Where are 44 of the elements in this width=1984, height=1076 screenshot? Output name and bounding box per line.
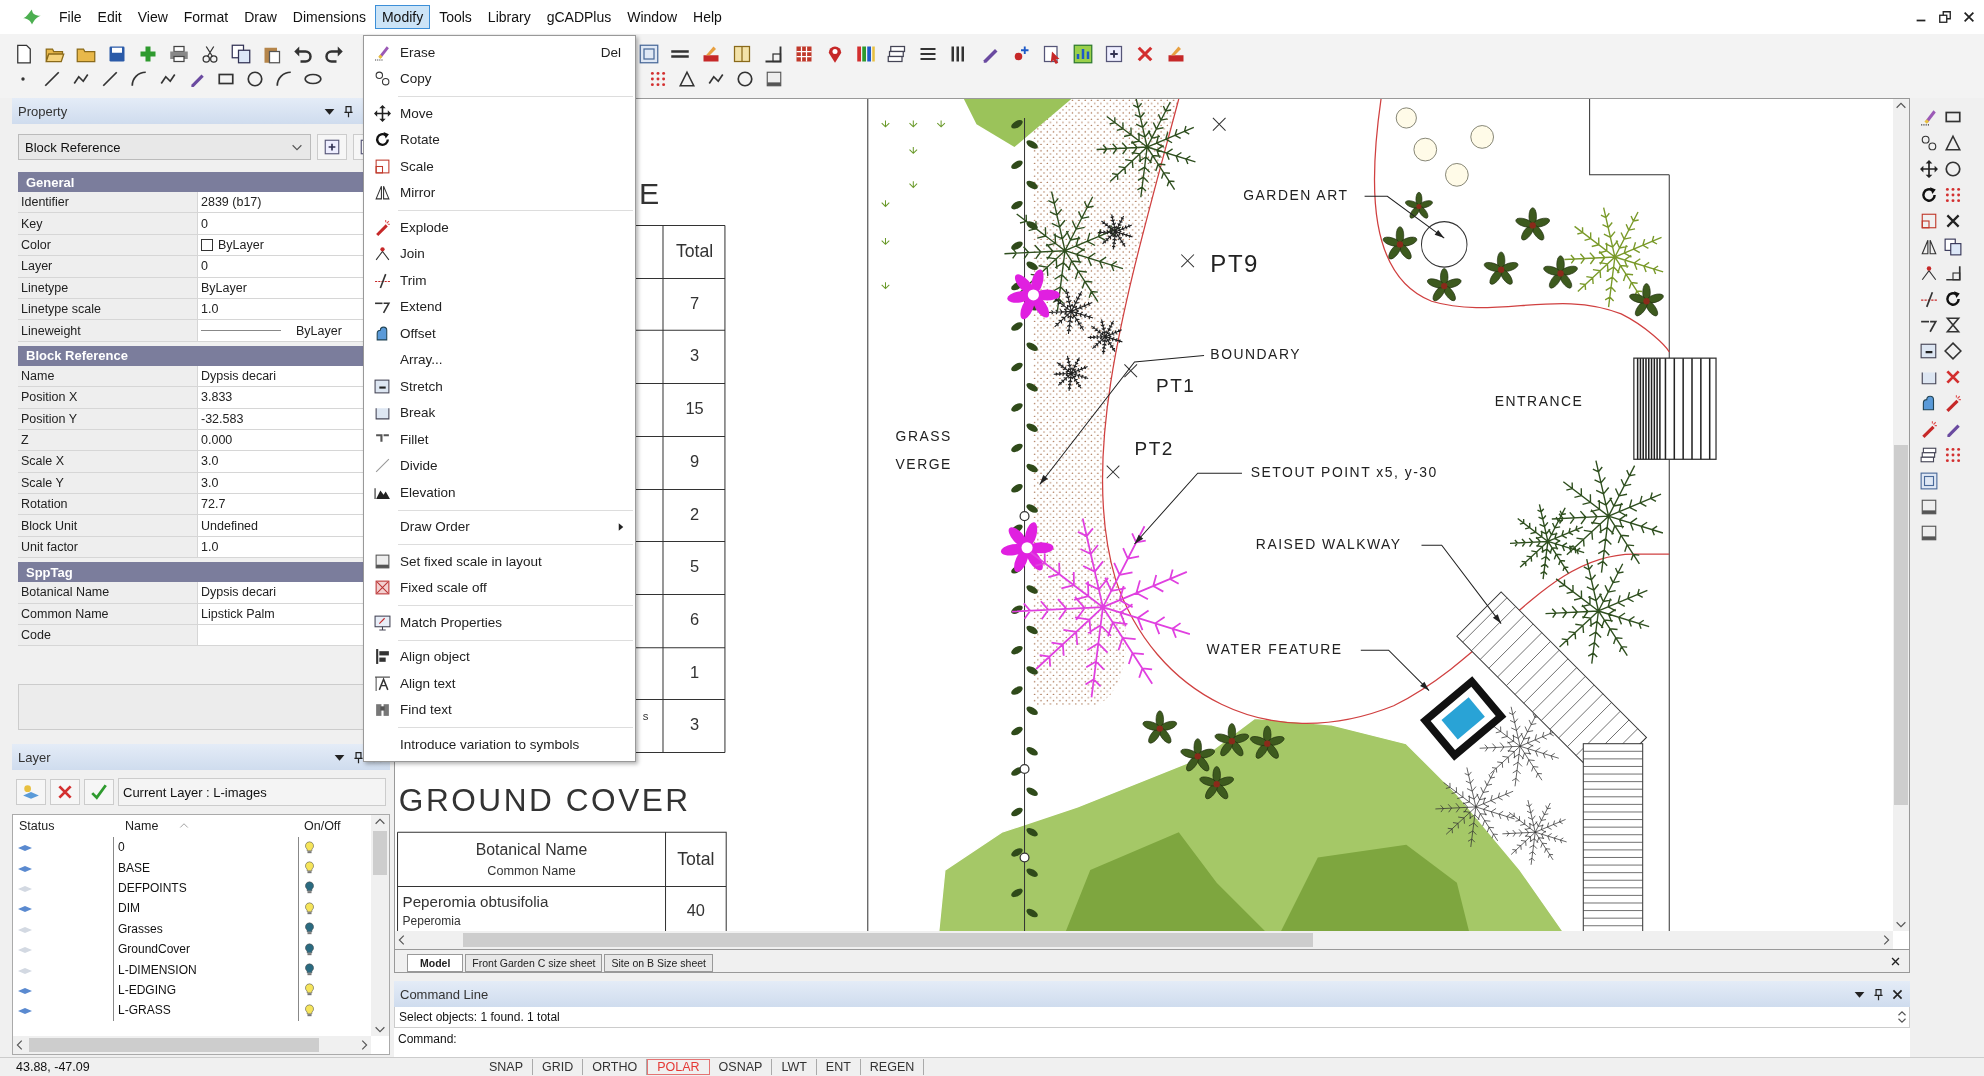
table-cell: Peperomia obtusifolia (402, 893, 549, 910)
panel-title: Property (18, 103, 69, 119)
table-cell: 9 (690, 452, 700, 471)
table-title: E (639, 177, 660, 211)
plan-label: PT9 (1210, 250, 1259, 278)
property-label: Common Name (18, 603, 198, 625)
table-cell: 15 (685, 399, 704, 418)
panel-title: Layer (18, 749, 52, 765)
property-label: Scale X (18, 451, 198, 472)
plan-label: WATER FEATURE (1206, 640, 1343, 657)
plan-label: PT1 (1156, 375, 1196, 397)
table-cell: 5 (690, 557, 700, 576)
panel-title: Command Line (400, 986, 490, 1002)
table-cell: 2 (690, 504, 700, 523)
table-cell: 3 (690, 715, 700, 734)
table-header: Botanical Name (475, 841, 588, 859)
plan-label: BOUNDARY (1210, 346, 1301, 363)
coordinates-readout: 43.88, -47.09 (15, 1060, 91, 1074)
command-history: Select objects: 1 found. 1 total (399, 1010, 560, 1024)
plan-label: GRASS (895, 428, 952, 445)
table-cell: 7 (690, 293, 700, 312)
property-label: Color (18, 234, 198, 256)
plan-label: VERGE (895, 456, 952, 473)
table-header: Total (677, 848, 715, 869)
current-layer-field: Current Layer : L-images (118, 778, 386, 806)
property-label: Unit factor (18, 536, 198, 558)
table-cell: 3 (690, 346, 700, 365)
table-header: Common Name (487, 863, 576, 878)
property-label: Z (18, 429, 198, 451)
table-header: Total (675, 240, 714, 261)
table-cell: 6 (690, 610, 700, 629)
plan-label: RAISED WALKWAY (1255, 535, 1402, 552)
table-cell: Peperomia (402, 914, 461, 929)
table-cell: 40 (686, 901, 705, 920)
plan-label: GARDEN ART (1243, 187, 1349, 203)
property-label: Code (18, 625, 198, 646)
table-title: GROUND COVER (398, 782, 691, 819)
plan-label: SETOUT POINT x5, y-30 (1250, 463, 1438, 480)
property-label: Scale Y (18, 472, 198, 494)
command-prompt: Command: (398, 1032, 457, 1046)
table-cell: 1 (690, 662, 700, 681)
table-cell: s (642, 710, 649, 723)
plan-label: ENTRANCE (1494, 393, 1584, 410)
plan-label: PT2 (1134, 438, 1174, 460)
